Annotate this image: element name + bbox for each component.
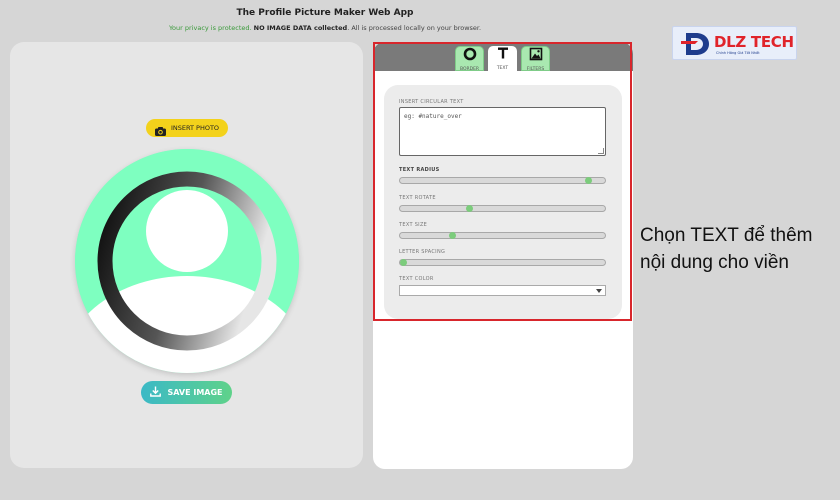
resize-handle-icon[interactable] — [598, 148, 604, 154]
tab-text-label: TEXT — [496, 66, 509, 71]
circular-text-input[interactable]: eg: #nature_over — [399, 107, 606, 156]
camera-icon — [154, 124, 166, 136]
letter-spacing-slider[interactable] — [399, 259, 606, 266]
insert-photo-button[interactable]: INSERT PHOTO — [146, 119, 228, 137]
text-radius-slider[interactable] — [399, 177, 606, 184]
text-rotate-slider[interactable] — [399, 205, 606, 212]
chevron-down-icon — [596, 289, 602, 293]
annotation-line-2: nội dung cho viền — [640, 252, 789, 273]
avatar-placeholder-graphic — [75, 149, 299, 373]
settings-panel: BORDER TEXT FILTERS INSERT CIRCULAR TEXT… — [373, 42, 633, 469]
logo-name: DLZ TECH — [714, 33, 794, 51]
text-color-select[interactable] — [399, 285, 606, 296]
tab-filters-label: FILTERS — [526, 67, 545, 72]
privacy-notice: Your privacy is protected. NO IMAGE DATA… — [0, 24, 650, 32]
logo-mark-icon — [681, 33, 709, 55]
privacy-no-data-text: NO IMAGE DATA collected — [253, 24, 348, 32]
slider-thumb[interactable] — [465, 205, 473, 212]
slider-thumb[interactable] — [584, 177, 592, 184]
save-image-button[interactable]: SAVE IMAGE — [141, 381, 232, 404]
tab-border-label: BORDER — [459, 67, 480, 72]
letter-spacing-label: LETTER SPACING — [399, 249, 446, 255]
text-color-label: TEXT COLOR — [399, 276, 434, 282]
tab-text[interactable]: TEXT — [488, 46, 517, 71]
tab-border[interactable]: BORDER — [455, 46, 484, 72]
download-icon — [150, 385, 162, 400]
text-t-icon — [496, 46, 510, 65]
app-title: The Profile Picture Maker Web App — [236, 8, 414, 18]
image-icon — [529, 47, 543, 66]
profile-picture-preview — [75, 149, 299, 373]
text-size-slider[interactable] — [399, 232, 606, 239]
tab-filters[interactable]: FILTERS — [521, 46, 550, 72]
annotation-text: Chọn TEXT để thêm nội dung cho viền — [640, 222, 840, 276]
logo-tagline: Chính Hãng Giá Tốt Nhất — [716, 51, 760, 55]
privacy-local-text: . All is processed locally on your brows… — [347, 24, 482, 32]
text-rotate-label: TEXT ROTATE — [399, 195, 436, 201]
text-radius-label: TEXT RADIUS — [399, 167, 440, 173]
save-image-label: SAVE IMAGE — [167, 388, 223, 397]
privacy-protected-text: Your privacy is protected. — [168, 24, 252, 32]
annotation-line-1: Chọn TEXT để thêm — [640, 225, 813, 246]
text-settings-card: INSERT CIRCULAR TEXT eg: #nature_over TE… — [384, 85, 622, 319]
ring-icon — [463, 47, 477, 66]
insert-photo-label: INSERT PHOTO — [170, 124, 220, 132]
text-size-label: TEXT SIZE — [399, 222, 428, 228]
slider-thumb[interactable] — [449, 232, 457, 239]
circular-text-placeholder: eg: #nature_over — [404, 113, 462, 120]
slider-thumb[interactable] — [400, 259, 408, 266]
circular-text-label: INSERT CIRCULAR TEXT — [399, 99, 464, 105]
dlz-tech-logo: DLZ TECH Chính Hãng Giá Tốt Nhất — [672, 26, 797, 60]
